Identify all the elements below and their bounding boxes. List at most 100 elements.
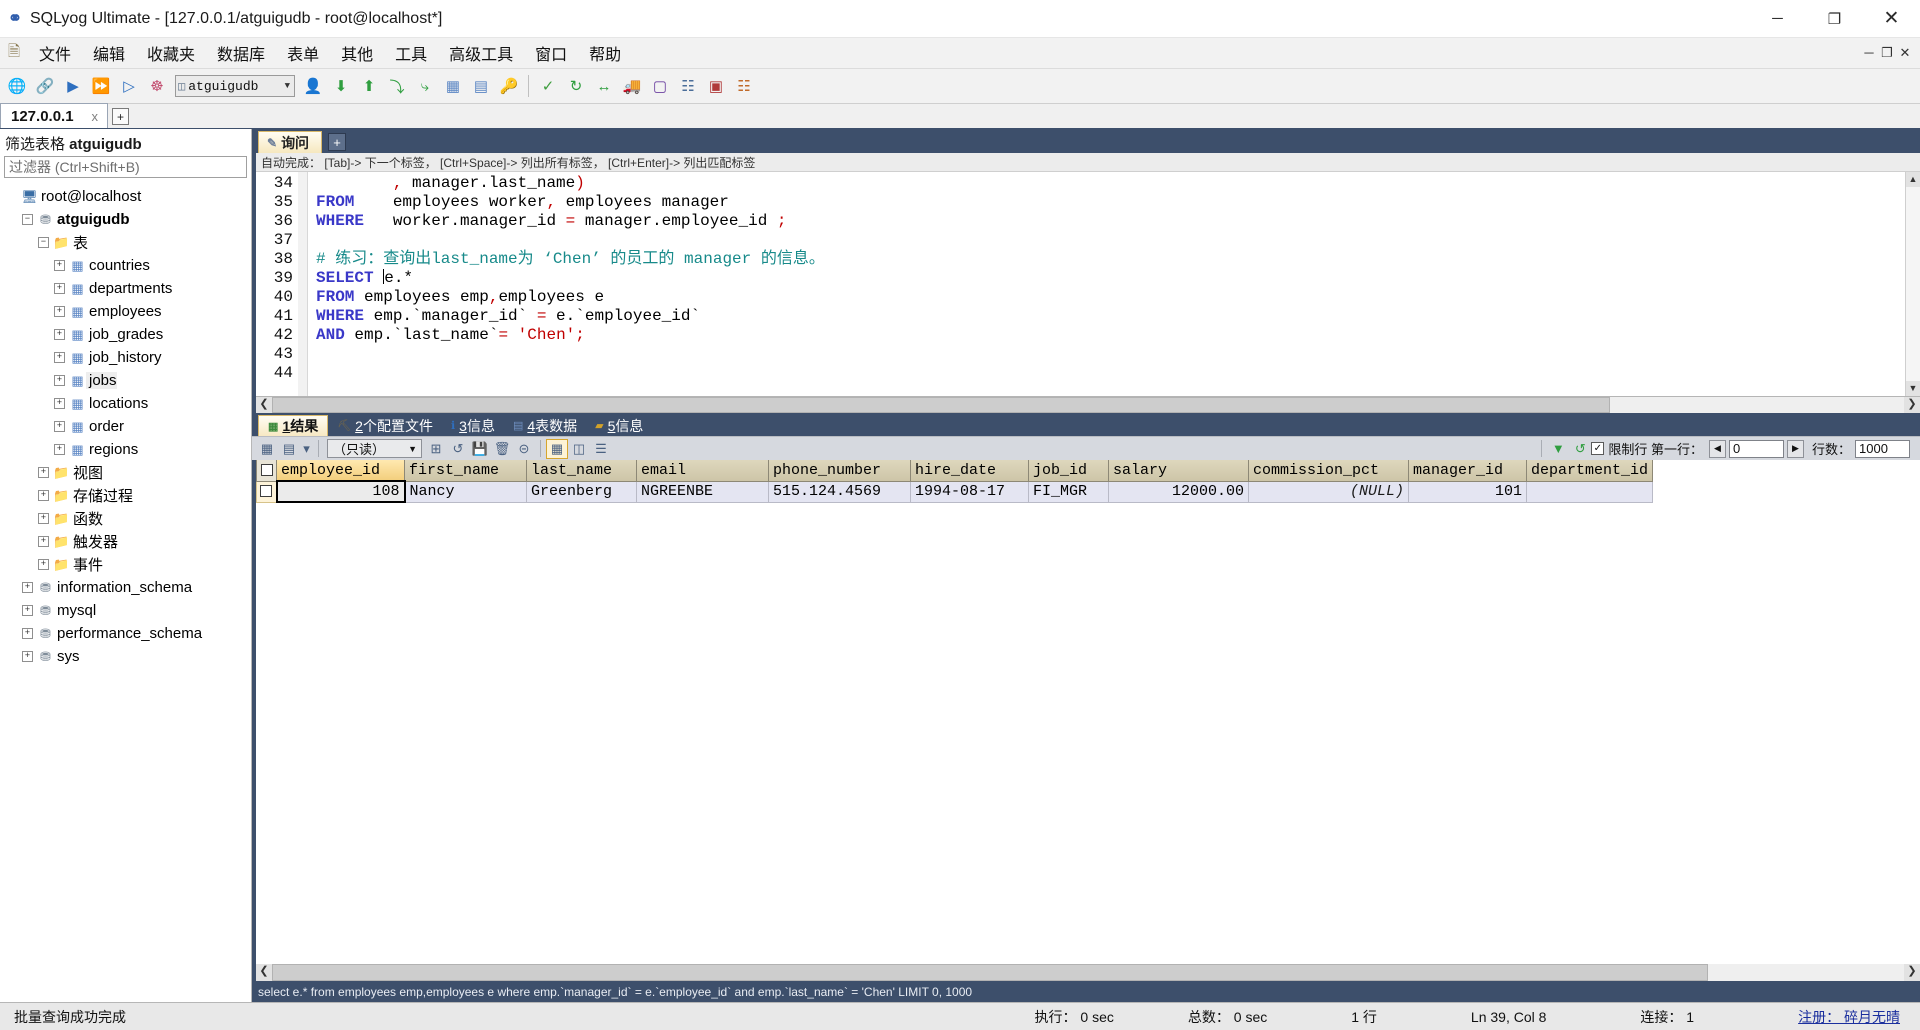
menu-item-edit[interactable]: 编辑 (82, 38, 136, 68)
editor-scroll-track[interactable] (1906, 187, 1920, 381)
result-tab-5[interactable]: ▰ 5 信息 (586, 415, 652, 436)
column-header-last-name[interactable]: last_name (526, 460, 637, 482)
prev-page-button[interactable]: ◀ (1708, 439, 1726, 458)
validate-icon[interactable]: ✓ (535, 73, 561, 99)
tree-node-jobs[interactable]: + ▦ jobs (0, 369, 251, 392)
code-line[interactable] (316, 364, 1905, 383)
tree-node-sys[interactable]: + ⛃ sys (0, 645, 251, 668)
mdi-restore-button[interactable]: ❐ (1878, 45, 1896, 61)
code-line[interactable] (316, 345, 1905, 364)
scroll-down-arrow-icon[interactable]: ▼ (1906, 381, 1920, 396)
grid-edit-mode-select[interactable]: （只读） ▼ (327, 439, 422, 458)
user-manager-icon[interactable]: 👤 (300, 73, 326, 99)
table-row[interactable]: 108 Nancy Greenberg NGREENBE 515.124.4569 199… (256, 480, 1654, 503)
code-line[interactable]: # 练习：查询出last_name为 ‘Chen’ 的员工的 manager 的… (316, 250, 1905, 269)
tree-node-order[interactable]: + ▦ order (0, 415, 251, 438)
fold-column[interactable] (298, 172, 308, 396)
select-all-header[interactable] (256, 460, 277, 482)
save-changes-icon[interactable]: 💾 (469, 439, 491, 459)
register-link[interactable]: 注册： 碎月无晴 (1708, 1007, 1920, 1027)
menu-item-tools[interactable]: 工具 (384, 38, 438, 68)
backup-database-icon[interactable]: ⬇ (328, 73, 354, 99)
connection-tab-127-0-0-1[interactable]: 127.0.0.1 x (0, 103, 108, 128)
menu-item-window[interactable]: 窗口 (524, 38, 578, 68)
tree-node-departments[interactable]: + ▦ departments (0, 277, 251, 300)
cell-commission-pct[interactable]: (NULL) (1248, 480, 1409, 503)
tree-node-job_grades[interactable]: + ▦ job_grades (0, 323, 251, 346)
expand-icon[interactable]: + (54, 398, 65, 409)
expand-icon[interactable]: + (54, 375, 65, 386)
collapse-icon[interactable]: − (38, 237, 49, 248)
schema-compare-icon[interactable]: ↔ (591, 73, 617, 99)
checkbox-icon[interactable] (260, 463, 273, 476)
refresh-icon[interactable]: ↺ (1569, 439, 1591, 459)
column-header-commission-pct[interactable]: commission_pct (1248, 460, 1409, 482)
import-data-icon[interactable]: ⤵ (384, 73, 410, 99)
column-header-first-name[interactable]: first_name (404, 460, 527, 482)
maximize-button[interactable]: ❐ (1806, 0, 1863, 38)
tree-node-regions[interactable]: + ▦ regions (0, 438, 251, 461)
column-header-email[interactable]: email (636, 460, 769, 482)
tree-node-root-localhost[interactable]: 🖥 root@localhost (0, 185, 251, 208)
refresh-objects-icon[interactable]: ☸ (144, 73, 170, 99)
menu-item-file[interactable]: 文件 (28, 38, 82, 68)
add-query-tab-button[interactable]: + (328, 133, 347, 151)
scroll-left-arrow-icon[interactable]: ❮ (256, 397, 272, 413)
close-icon[interactable]: x (89, 109, 102, 124)
code-line[interactable]: FROM employees worker, employees manager (316, 193, 1905, 212)
grid-mode-icon[interactable]: ▦ (546, 438, 568, 459)
expand-icon[interactable]: + (22, 628, 33, 639)
tree-node--[interactable]: + 📁 存储过程 (0, 484, 251, 507)
expand-icon[interactable]: + (54, 306, 65, 317)
menu-item-database[interactable]: 数据库 (206, 38, 276, 68)
tree-node--[interactable]: + 📁 事件 (0, 553, 251, 576)
expand-icon[interactable]: + (38, 559, 49, 570)
code-line[interactable]: WHERE emp.`manager_id` = e.`employee_id` (316, 307, 1905, 326)
result-tab-3[interactable]: ℹ3 信息 (442, 415, 504, 436)
column-header-job-id[interactable]: job_id (1028, 460, 1109, 482)
cell-department-id[interactable] (1525, 480, 1654, 503)
insert-row-icon[interactable]: ⊞ (425, 439, 447, 459)
tree-node-locations[interactable]: + ▦ locations (0, 392, 251, 415)
grid-view-icon[interactable]: ▦ (256, 439, 278, 459)
expand-icon[interactable]: + (22, 582, 33, 593)
limit-rows-checkbox[interactable]: ✓ (1591, 442, 1605, 455)
code-line[interactable]: WHERE worker.manager_id = manager.employ… (316, 212, 1905, 231)
chevron-down-icon[interactable]: ▾ (300, 439, 313, 459)
expand-icon[interactable]: + (38, 467, 49, 478)
menu-item-advanced-tools[interactable]: 高级工具 (438, 38, 524, 68)
offset-input[interactable]: 0 (1728, 439, 1784, 458)
scroll-up-arrow-icon[interactable]: ▲ (1906, 172, 1920, 187)
editor-hscroll-track[interactable] (272, 397, 1904, 413)
expand-icon[interactable]: + (54, 260, 65, 271)
rows-limit-input[interactable]: 1000 (1855, 439, 1910, 458)
table-data-icon[interactable]: ▦ (440, 73, 466, 99)
scroll-left-arrow-icon[interactable]: ❮ (256, 964, 272, 981)
code-line[interactable]: AND emp.`last_name`= 'Chen'; (316, 326, 1905, 345)
editor-vertical-scrollbar[interactable]: ▲ ▼ (1905, 172, 1920, 396)
expand-icon[interactable]: + (38, 490, 49, 501)
form-mode-icon[interactable]: ◫ (568, 439, 590, 459)
tree-node--[interactable]: + 📁 函数 (0, 507, 251, 530)
discard-changes-icon[interactable]: ⊝ (513, 439, 535, 459)
result-tab-4[interactable]: ▤ 4 表数据 (504, 415, 586, 436)
collapse-icon[interactable]: − (22, 214, 33, 225)
result-tab-2[interactable]: ⛏ 2 个配置文件 (328, 415, 442, 436)
cell-manager-id[interactable]: 101 (1408, 480, 1527, 503)
expand-icon[interactable]: + (54, 444, 65, 455)
tree-node--[interactable]: − 📁 表 (0, 231, 251, 254)
close-button[interactable]: ✕ (1863, 0, 1920, 38)
tree-node-employees[interactable]: + ▦ employees (0, 300, 251, 323)
menu-item-table[interactable]: 表单 (276, 38, 330, 68)
expand-icon[interactable]: + (22, 651, 33, 662)
execute-all-queries-icon[interactable]: ⏩ (88, 73, 114, 99)
filter-icon[interactable]: ▼ (1547, 439, 1569, 459)
query-builder-icon[interactable]: ☷ (675, 73, 701, 99)
tree-node-job_history[interactable]: + ▦ job_history (0, 346, 251, 369)
data-sync-icon[interactable]: ▢ (647, 73, 673, 99)
scroll-right-arrow-icon[interactable]: ❯ (1904, 964, 1920, 981)
grid-horizontal-scrollbar[interactable]: ❮ ❯ (252, 964, 1920, 981)
key-icon[interactable]: 🔑 (496, 73, 522, 99)
code-line[interactable]: SELECT e.* (316, 269, 1905, 288)
sql-code[interactable]: , manager.last_name) FROM employees worke… (308, 172, 1905, 396)
